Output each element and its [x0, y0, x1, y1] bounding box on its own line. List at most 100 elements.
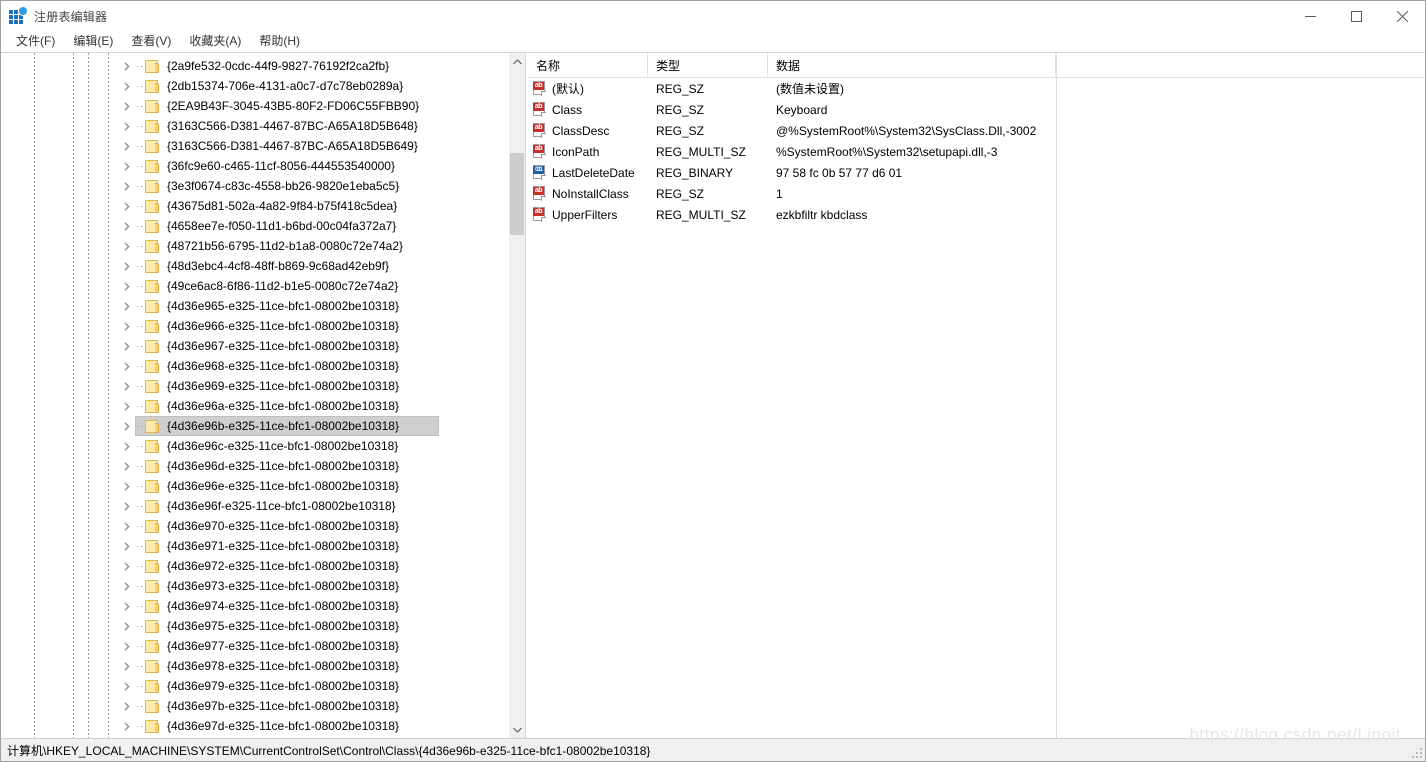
tree-item[interactable]: ·· {4d36e969-e325-11ce-bfc1-08002be10318}: [1, 376, 508, 396]
tree-item[interactable]: ·· {4d36e968-e325-11ce-bfc1-08002be10318}: [1, 356, 508, 376]
menu-item-help[interactable]: 帮助(H): [252, 31, 307, 51]
scrollbar-thumb[interactable]: [510, 153, 524, 235]
tree-item[interactable]: ·· {49ce6ac8-6f86-11d2-b1e5-0080c72e74a2}: [1, 276, 508, 296]
tree-item[interactable]: ·· {4658ee7e-f050-11d1-b6bd-00c04fa372a7}: [1, 216, 508, 236]
menu-item-favorites[interactable]: 收藏夹(A): [182, 31, 248, 51]
value-row[interactable]: ab IconPath REG_MULTI_SZ %SystemRoot%\Syste…: [528, 141, 1425, 162]
chevron-right-icon[interactable]: [119, 221, 135, 231]
scroll-up-icon[interactable]: [509, 53, 525, 70]
maximize-button[interactable]: [1333, 1, 1379, 31]
tree-item[interactable]: ·· {43675d81-502a-4a82-9f84-b75f418c5dea}: [1, 196, 508, 216]
chevron-right-icon[interactable]: [119, 161, 135, 171]
chevron-right-icon[interactable]: [119, 261, 135, 271]
chevron-right-icon[interactable]: [119, 81, 135, 91]
chevron-right-icon[interactable]: [119, 621, 135, 631]
values-list[interactable]: ab (默认) REG_SZ (数值未设置) ab Class REG_SZ Keyboard…: [528, 78, 1425, 225]
tree-item[interactable]: ·· {4d36e975-e325-11ce-bfc1-08002be10318}: [1, 616, 508, 636]
tree-vertical-scrollbar[interactable]: [508, 53, 525, 738]
tree-item[interactable]: ·· {4d36e971-e325-11ce-bfc1-08002be10318}: [1, 536, 508, 556]
chevron-right-icon[interactable]: [119, 241, 135, 251]
tree-item[interactable]: ·· {3163C566-D381-4467-87BC-A65A18D5B648}: [1, 116, 508, 136]
chevron-right-icon[interactable]: [119, 641, 135, 651]
chevron-right-icon[interactable]: [119, 281, 135, 291]
chevron-right-icon[interactable]: [119, 661, 135, 671]
tree-item[interactable]: ·· {4d36e96d-e325-11ce-bfc1-08002be10318}: [1, 456, 508, 476]
resize-grip[interactable]: [1410, 746, 1422, 758]
value-row[interactable]: ab NoInstallClass REG_SZ 1: [528, 183, 1425, 204]
minimize-button[interactable]: [1287, 1, 1333, 31]
value-data-cell: Keyboard: [776, 102, 828, 117]
tree-item[interactable]: ·· {48721b56-6795-11d2-b1a8-0080c72e74a2}: [1, 236, 508, 256]
tree-item[interactable]: ·· {2a9fe532-0cdc-44f9-9827-76192f2ca2fb}: [1, 56, 508, 76]
tree-item[interactable]: ·· {4d36e977-e325-11ce-bfc1-08002be10318}: [1, 636, 508, 656]
chevron-right-icon[interactable]: [119, 141, 135, 151]
column-header-data[interactable]: 数据: [768, 53, 1056, 77]
menu-item-file[interactable]: 文件(F): [9, 31, 62, 51]
tree-item[interactable]: ·· {4d36e966-e325-11ce-bfc1-08002be10318}: [1, 316, 508, 336]
chevron-right-icon[interactable]: [119, 201, 135, 211]
tree-item[interactable]: ·· {4d36e96a-e325-11ce-bfc1-08002be10318}: [1, 396, 508, 416]
chevron-right-icon[interactable]: [119, 61, 135, 71]
chevron-right-icon[interactable]: [119, 701, 135, 711]
chevron-right-icon[interactable]: [119, 521, 135, 531]
tree-item[interactable]: ·· {4d36e979-e325-11ce-bfc1-08002be10318}: [1, 676, 508, 696]
tree-item[interactable]: ·· {3e3f0674-c83c-4558-bb26-9820e1eba5c5}: [1, 176, 508, 196]
chevron-right-icon[interactable]: [119, 401, 135, 411]
tree-connector-dots: ··: [136, 440, 144, 451]
value-row[interactable]: ab ClassDesc REG_SZ @%SystemRoot%\System32\…: [528, 120, 1425, 141]
tree-connector-dots: ··: [136, 700, 144, 711]
tree-item[interactable]: ·· {4d36e978-e325-11ce-bfc1-08002be10318}: [1, 656, 508, 676]
scrollbar-track[interactable]: [509, 70, 525, 721]
chevron-right-icon[interactable]: [119, 481, 135, 491]
value-row[interactable]: ab (默认) REG_SZ (数值未设置): [528, 78, 1425, 99]
menu-item-view[interactable]: 查看(V): [124, 31, 178, 51]
tree-item[interactable]: ·· {3163C566-D381-4467-87BC-A65A18D5B649}: [1, 136, 508, 156]
chevron-right-icon[interactable]: [119, 101, 135, 111]
tree-item[interactable]: ·· {4d36e97d-e325-11ce-bfc1-08002be10318}: [1, 716, 508, 736]
close-button[interactable]: [1379, 1, 1425, 31]
folder-icon: [145, 259, 161, 273]
chevron-right-icon[interactable]: [119, 121, 135, 131]
tree-item-label: {4d36e96c-e325-11ce-bfc1-08002be10318}: [167, 439, 399, 453]
chevron-right-icon[interactable]: [119, 321, 135, 331]
value-row[interactable]: ab UpperFilters REG_MULTI_SZ ezkbfiltr kbdc…: [528, 204, 1425, 225]
registry-tree[interactable]: ·· {2a9fe532-0cdc-44f9-9827-76192f2ca2fb}…: [1, 53, 508, 738]
tree-item[interactable]: ·· {36fc9e60-c465-11cf-8056-444553540000}: [1, 156, 508, 176]
tree-item[interactable]: ·· {2db15374-706e-4131-a0c7-d7c78eb0289a}: [1, 76, 508, 96]
chevron-right-icon[interactable]: [119, 501, 135, 511]
chevron-right-icon[interactable]: [119, 681, 135, 691]
tree-item[interactable]: ·· {4d36e965-e325-11ce-bfc1-08002be10318}: [1, 296, 508, 316]
tree-item[interactable]: ·· {2EA9B43F-3045-43B5-80F2-FD06C55FBB90}: [1, 96, 508, 116]
chevron-right-icon[interactable]: [119, 601, 135, 611]
folder-icon: [145, 159, 161, 173]
tree-item[interactable]: ·· {4d36e96b-e325-11ce-bfc1-08002be10318}: [1, 416, 508, 436]
tree-item[interactable]: ·· {4d36e96e-e325-11ce-bfc1-08002be10318}: [1, 476, 508, 496]
tree-item[interactable]: ·· {4d36e974-e325-11ce-bfc1-08002be10318}: [1, 596, 508, 616]
chevron-right-icon[interactable]: [119, 181, 135, 191]
tree-item[interactable]: ·· {4d36e970-e325-11ce-bfc1-08002be10318}: [1, 516, 508, 536]
tree-item[interactable]: ·· {4d36e96f-e325-11ce-bfc1-08002be10318}: [1, 496, 508, 516]
tree-item[interactable]: ·· {4d36e97b-e325-11ce-bfc1-08002be10318}: [1, 696, 508, 716]
column-header-type[interactable]: 类型: [648, 53, 768, 77]
tree-item[interactable]: ·· {48d3ebc4-4cf8-48ff-b869-9c68ad42eb9f}: [1, 256, 508, 276]
tree-item[interactable]: ·· {4d36e973-e325-11ce-bfc1-08002be10318}: [1, 576, 508, 596]
column-header-name[interactable]: 名称: [528, 53, 648, 77]
value-row[interactable]: 011 LastDeleteDate REG_BINARY 97 58 fc 0b 5…: [528, 162, 1425, 183]
tree-item[interactable]: ·· {4d36e96c-e325-11ce-bfc1-08002be10318}: [1, 436, 508, 456]
chevron-right-icon[interactable]: [119, 361, 135, 371]
chevron-right-icon[interactable]: [119, 441, 135, 451]
chevron-right-icon[interactable]: [119, 421, 135, 431]
menu-item-edit[interactable]: 编辑(E): [66, 31, 120, 51]
chevron-right-icon[interactable]: [119, 581, 135, 591]
chevron-right-icon[interactable]: [119, 461, 135, 471]
value-row[interactable]: ab Class REG_SZ Keyboard: [528, 99, 1425, 120]
chevron-right-icon[interactable]: [119, 381, 135, 391]
tree-item[interactable]: ·· {4d36e972-e325-11ce-bfc1-08002be10318}: [1, 556, 508, 576]
chevron-right-icon[interactable]: [119, 541, 135, 551]
chevron-right-icon[interactable]: [119, 561, 135, 571]
scroll-down-icon[interactable]: [509, 721, 525, 738]
tree-item[interactable]: ·· {4d36e967-e325-11ce-bfc1-08002be10318}: [1, 336, 508, 356]
chevron-right-icon[interactable]: [119, 341, 135, 351]
chevron-right-icon[interactable]: [119, 721, 135, 731]
chevron-right-icon[interactable]: [119, 301, 135, 311]
